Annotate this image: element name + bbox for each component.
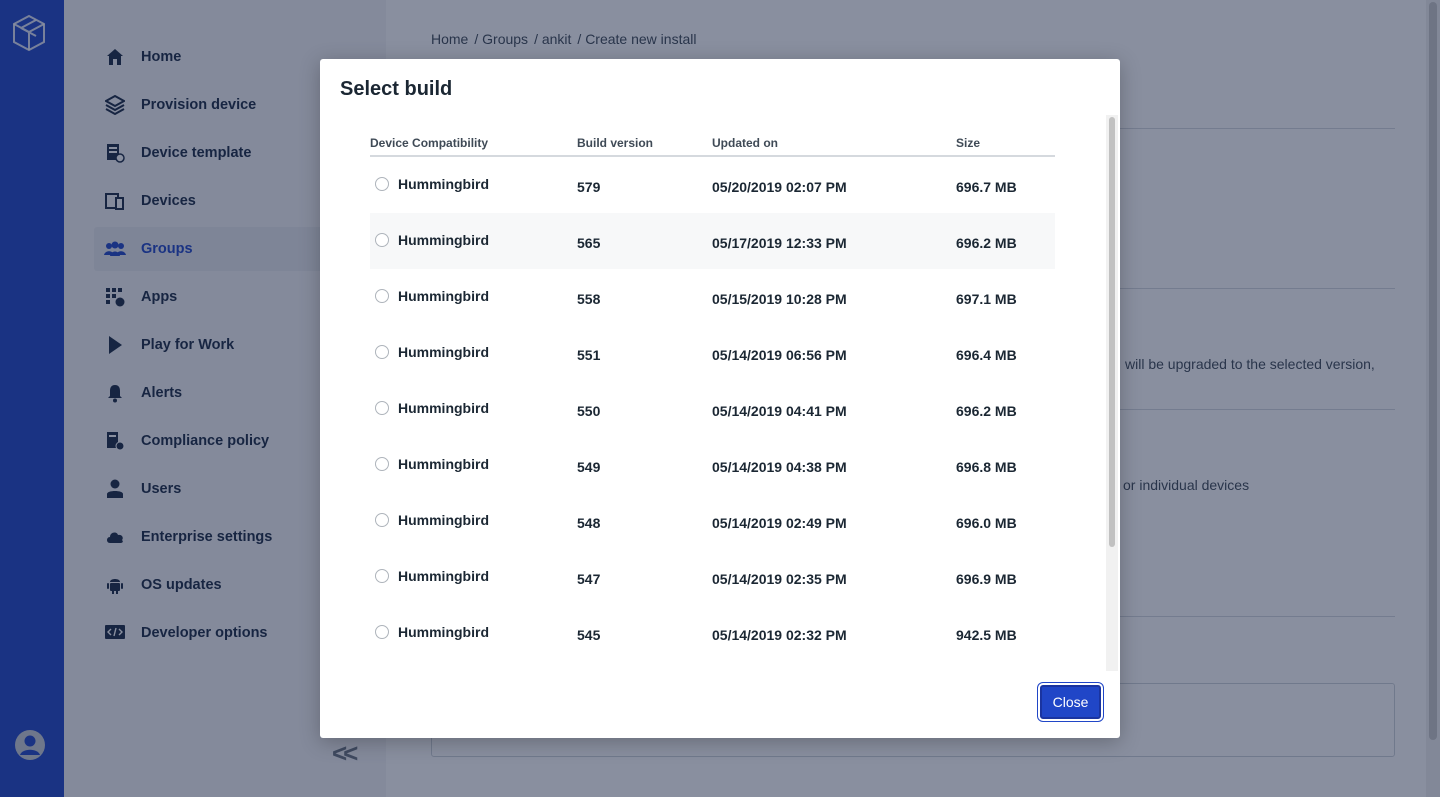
table-row[interactable]: Hummingbird 565 05/17/2019 12:33 PM 696.… [370, 213, 1055, 269]
build-table: Device Compatibility Build version Updat… [370, 131, 1055, 671]
device-name: Hummingbird [398, 512, 489, 528]
device-name: Hummingbird [398, 232, 489, 248]
dialog-title: Select build [340, 78, 453, 100]
build-version: 551 [577, 347, 601, 363]
build-size: 942.5 MB [956, 627, 1017, 643]
device-name: Hummingbird [398, 288, 489, 304]
build-version: 545 [577, 627, 601, 643]
build-version: 550 [577, 403, 601, 419]
column-build-version: Build version [577, 136, 654, 150]
build-size: 696.7 MB [956, 179, 1017, 195]
build-radio[interactable] [375, 457, 389, 471]
select-build-dialog: Select build Device Compatibility Build … [320, 59, 1120, 738]
device-name: Hummingbird [398, 568, 489, 584]
device-name: Hummingbird [398, 456, 489, 472]
table-row[interactable]: Hummingbird 579 05/20/2019 02:07 PM 696.… [370, 157, 1055, 213]
updated-on: 05/17/2019 12:33 PM [712, 235, 847, 251]
table-row[interactable]: Hummingbird 551 05/14/2019 06:56 PM 696.… [370, 325, 1055, 381]
updated-on: 05/14/2019 04:38 PM [712, 459, 847, 475]
table-row[interactable]: Hummingbird 549 05/14/2019 04:38 PM 696.… [370, 437, 1055, 493]
build-size: 696.9 MB [956, 571, 1017, 587]
build-radio[interactable] [375, 569, 389, 583]
build-version: 579 [577, 179, 601, 195]
table-row[interactable]: Hummingbird 545 05/14/2019 02:32 PM 942.… [370, 605, 1055, 661]
updated-on: 05/15/2019 10:28 PM [712, 291, 847, 307]
column-device-compatibility: Device Compatibility [370, 136, 489, 150]
table-row[interactable]: Hummingbird 558 05/15/2019 10:28 PM 697.… [370, 269, 1055, 325]
build-version: 565 [577, 235, 601, 251]
build-radio[interactable] [375, 177, 389, 191]
device-name: Hummingbird [398, 344, 489, 360]
build-radio[interactable] [375, 345, 389, 359]
updated-on: 05/14/2019 02:32 PM [712, 627, 847, 643]
device-name: Hummingbird [398, 176, 489, 192]
table-header: Device Compatibility Build version Updat… [370, 131, 1055, 157]
build-version: 548 [577, 515, 601, 531]
build-radio[interactable] [375, 289, 389, 303]
table-row[interactable]: Hummingbird 547 05/14/2019 02:35 PM 696.… [370, 549, 1055, 605]
build-size: 696.8 MB [956, 459, 1017, 475]
build-size: 696.2 MB [956, 403, 1017, 419]
device-name: Hummingbird [398, 400, 489, 416]
updated-on: 05/14/2019 02:49 PM [712, 515, 847, 531]
updated-on: 05/14/2019 04:41 PM [712, 403, 847, 419]
build-radio[interactable] [375, 233, 389, 247]
build-version: 549 [577, 459, 601, 475]
device-name: Hummingbird [398, 624, 489, 640]
build-size: 696.4 MB [956, 347, 1017, 363]
updated-on: 05/14/2019 06:56 PM [712, 347, 847, 363]
build-size: 696.2 MB [956, 235, 1017, 251]
dialog-scrollbar-thumb[interactable] [1109, 117, 1115, 547]
build-version: 558 [577, 291, 601, 307]
table-row[interactable]: Hummingbird 548 05/14/2019 02:49 PM 696.… [370, 493, 1055, 549]
build-version: 547 [577, 571, 601, 587]
close-button[interactable]: Close [1040, 685, 1101, 719]
build-size: 697.1 MB [956, 291, 1017, 307]
build-size: 696.0 MB [956, 515, 1017, 531]
column-size: Size [956, 136, 981, 150]
column-updated-on: Updated on [712, 136, 778, 150]
build-radio[interactable] [375, 513, 389, 527]
build-radio[interactable] [375, 625, 389, 639]
updated-on: 05/14/2019 02:35 PM [712, 571, 847, 587]
updated-on: 05/20/2019 02:07 PM [712, 179, 847, 195]
build-radio[interactable] [375, 401, 389, 415]
table-row[interactable]: Hummingbird 550 05/14/2019 04:41 PM 696.… [370, 381, 1055, 437]
